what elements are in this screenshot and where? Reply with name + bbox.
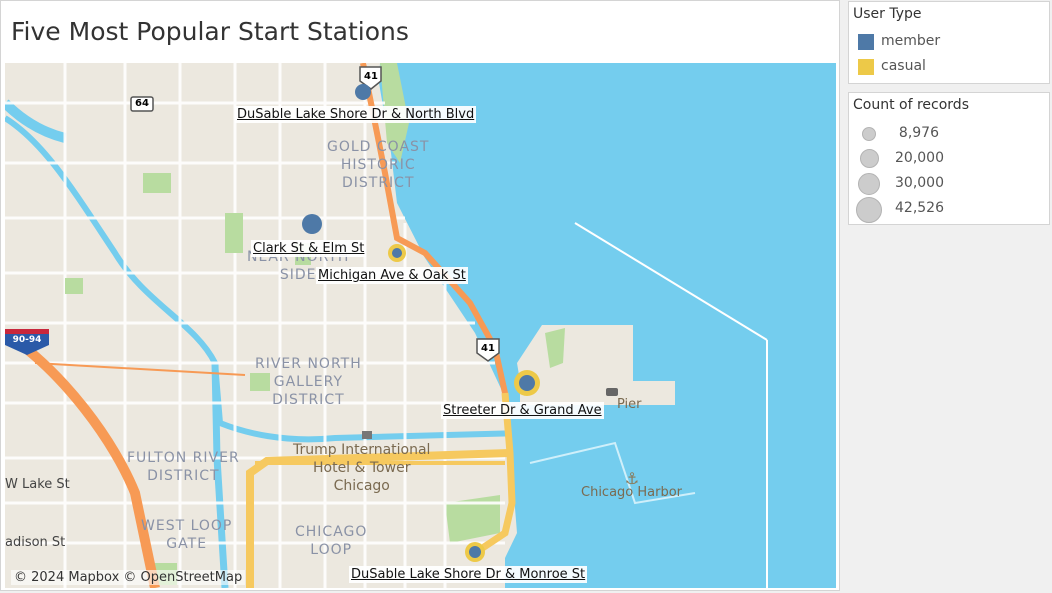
size-label-3: 30,000 xyxy=(895,175,944,191)
station-label-streeter-grand[interactable]: Streeter Dr & Grand Ave xyxy=(441,402,604,419)
shield-64: 64 xyxy=(135,98,149,109)
page-title: Five Most Popular Start Stations xyxy=(11,17,409,46)
label-pier: Pier xyxy=(617,397,642,412)
legend-swatch-casual[interactable] xyxy=(858,59,874,75)
label-madison-st: adison St xyxy=(5,535,66,550)
label-chicago-loop: CHICAGO LOOP xyxy=(295,524,368,558)
size-circle-2 xyxy=(860,149,879,168)
size-circle-1 xyxy=(862,127,876,141)
station-label-michigan-oak[interactable]: Michigan Ave & Oak St xyxy=(316,267,468,284)
shield-41-south: 41 xyxy=(481,343,495,354)
size-label-4: 42,526 xyxy=(895,200,944,216)
station-label-clark-elm[interactable]: Clark St & Elm St xyxy=(251,240,367,257)
legend-label-member[interactable]: member xyxy=(881,33,940,49)
count-legend: Count of records 8,976 20,000 30,000 42,… xyxy=(848,92,1050,225)
label-w-lake-st: W Lake St xyxy=(5,477,70,492)
shield-90-94: 90-94 xyxy=(12,335,42,345)
label-chicago-harbor: Chicago Harbor xyxy=(581,485,683,500)
size-label-1: 8,976 xyxy=(898,125,939,141)
shield-41-north: 41 xyxy=(364,71,378,82)
size-circle-3 xyxy=(858,173,880,195)
label-fulton-river: FULTON RIVER DISTRICT xyxy=(127,450,240,484)
size-circle-4 xyxy=(856,197,882,223)
user-type-legend: User Type member casual xyxy=(848,1,1050,84)
label-west-loop: WEST LOOP GATE xyxy=(141,518,233,552)
label-gold-coast: GOLD COAST HISTORIC DISTRICT xyxy=(327,139,430,191)
label-trump-tower: Trump International Hotel & Tower Chicag… xyxy=(293,442,431,494)
map-attribution[interactable]: © 2024 Mapbox © OpenStreetMap xyxy=(11,570,246,585)
legend-label-casual[interactable]: casual xyxy=(881,58,926,74)
station-label-dusable-north-blvd[interactable]: DuSable Lake Shore Dr & North Blvd xyxy=(235,106,477,123)
map-view[interactable]: ⚓ 41 41 64 90-94 GOLD COAST HISTORIC DIS… xyxy=(5,63,836,588)
station-label-dusable-monroe[interactable]: DuSable Lake Shore Dr & Monroe St xyxy=(349,566,588,583)
legend-title: User Type xyxy=(853,6,922,22)
legend-swatch-member[interactable] xyxy=(858,34,874,50)
dashboard-panel: Five Most Popular Start Stations ⚓ 41 41… xyxy=(0,0,840,591)
legend-title: Count of records xyxy=(853,97,969,113)
size-label-2: 20,000 xyxy=(895,150,944,166)
label-river-north: RIVER NORTH GALLERY DISTRICT xyxy=(255,356,362,408)
